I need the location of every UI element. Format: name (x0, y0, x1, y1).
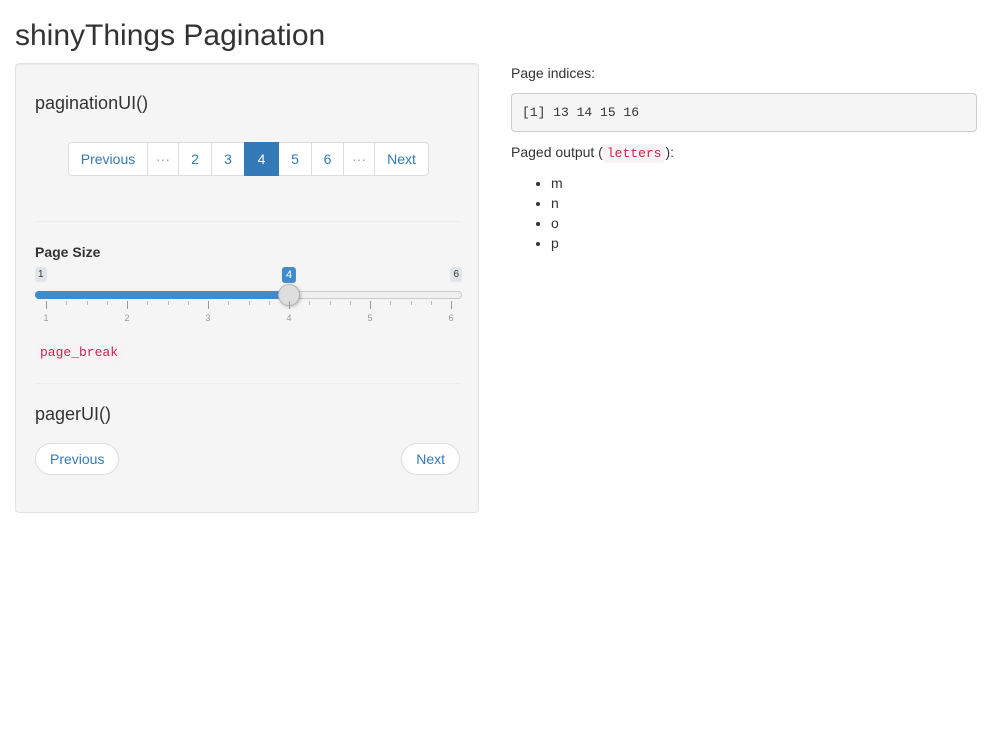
page-break-code: page_break (36, 343, 123, 362)
slider-minor-tick (430, 301, 432, 305)
slider-major-tick (127, 301, 128, 309)
pagination-page-2[interactable]: 2 (178, 142, 212, 176)
slider-minor-tick (268, 301, 270, 305)
slider-minor-tick (349, 301, 351, 305)
slider-minor-tick (248, 301, 250, 305)
paged-output-list: m n o p (511, 173, 563, 253)
slider-fill (35, 291, 289, 299)
slider-major-tick (451, 301, 452, 309)
pager-previous-button[interactable]: Previous (35, 443, 120, 475)
page-title: shinyThings Pagination (15, 19, 326, 52)
list-item: n (551, 193, 563, 213)
slider-major-tick (289, 301, 290, 309)
slider-value-label: 4 (281, 267, 297, 283)
slider-minor-tick (147, 301, 149, 305)
list-item: p (551, 233, 563, 253)
slider-minor-tick (228, 301, 230, 305)
paged-output-label: Paged output (letters): (511, 142, 674, 164)
page-size-label: Page Size (35, 244, 101, 260)
pagination-control: Previous ··· 2 3 4 5 6 ··· Next (68, 142, 429, 176)
pagination-ui-heading: paginationUI() (35, 93, 149, 113)
pagination-previous-button[interactable]: Previous (68, 142, 148, 176)
slider-major-tick (46, 301, 47, 309)
pagination-ellipsis-left[interactable]: ··· (147, 142, 179, 176)
list-item: o (551, 213, 563, 233)
slider-minor-tick (187, 301, 189, 305)
slider-tick-label: 6 (448, 313, 454, 323)
slider-minor-tick (309, 301, 311, 305)
slider-minor-tick (167, 301, 169, 305)
pagination-page-5[interactable]: 5 (278, 142, 312, 176)
slider-tick-label: 5 (367, 313, 373, 323)
page-size-slider[interactable]: 1 6 4 1 2 3 4 5 6 (35, 266, 462, 326)
pager-next-button[interactable]: Next (401, 443, 460, 475)
slider-max-label: 6 (450, 267, 462, 282)
slider-tick-label: 2 (124, 313, 130, 323)
divider (35, 221, 461, 222)
pagination-ellipsis-right[interactable]: ··· (343, 142, 375, 176)
slider-tick-label: 1 (43, 313, 49, 323)
paged-output-suffix: ): (665, 144, 675, 160)
pager-ui-heading: pagerUI() (35, 404, 112, 424)
app-container: shinyThings Pagination paginationUI() Pr… (0, 0, 992, 744)
slider-tick-label: 4 (286, 313, 292, 323)
slider-tick-label: 3 (205, 313, 211, 323)
slider-minor-tick (86, 301, 88, 305)
pagination-page-6[interactable]: 6 (311, 142, 344, 176)
slider-minor-tick (390, 301, 392, 305)
paged-output-prefix: Paged output ( (511, 144, 603, 160)
slider-minor-tick (106, 301, 108, 305)
pagination-page-3[interactable]: 3 (211, 142, 245, 176)
paged-output-code: letters (602, 144, 666, 163)
sidebar-panel: paginationUI() Previous ··· 2 3 4 5 6 ··… (15, 63, 479, 513)
page-indices-output: [1] 13 14 15 16 (511, 93, 977, 132)
slider-major-tick (208, 301, 209, 309)
pagination-page-4[interactable]: 4 (244, 142, 279, 176)
pagination-next-button[interactable]: Next (374, 142, 429, 176)
slider-minor-tick (329, 301, 331, 305)
slider-major-tick (370, 301, 371, 309)
slider-minor-tick (410, 301, 412, 305)
slider-min-label: 1 (35, 267, 47, 282)
list-item: m (551, 173, 563, 193)
slider-minor-tick (66, 301, 68, 305)
page-indices-label: Page indices: (511, 65, 596, 81)
divider (35, 383, 461, 384)
